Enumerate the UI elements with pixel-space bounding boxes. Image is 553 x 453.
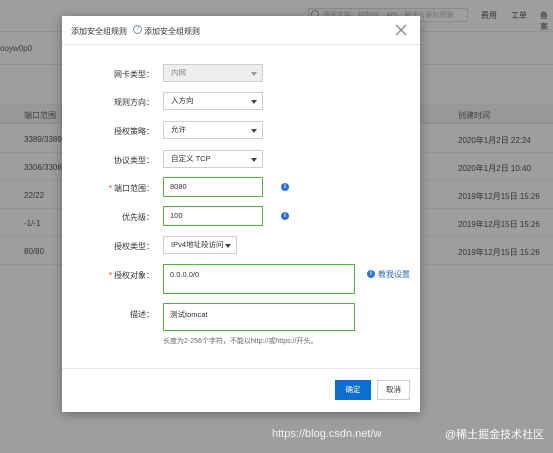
chevron-down-icon: [225, 244, 231, 248]
direction-select[interactable]: 入方向: [163, 92, 263, 110]
auth-type-value: IPv4地址段访问: [171, 240, 224, 249]
add-security-rule-dialog: 添加安全组规则 ? 添加安全组规则 网卡类型： 内网 规则方向： 入方向 授权策…: [62, 16, 420, 412]
protocol-value: 自定义 TCP: [171, 154, 211, 163]
policy-label: 授权策略：: [114, 127, 154, 136]
auth-object-textarea[interactable]: 0.0.0.0/0: [163, 264, 355, 294]
help-icon[interactable]: ?: [133, 25, 142, 34]
chevron-down-icon: [251, 158, 257, 162]
footer-divider: [62, 368, 420, 369]
help-link[interactable]: 添加安全组规则: [144, 26, 200, 37]
nic-type-value: 内网: [171, 68, 186, 77]
description-hint: 长度为2-256个字符，不能以http://或https://开头。: [163, 338, 318, 345]
auth-type-select[interactable]: IPv4地址段访问: [163, 236, 237, 254]
dialog-header: 添加安全组规则 ? 添加安全组规则: [62, 16, 420, 45]
required-mark: *: [108, 184, 112, 193]
priority-input[interactable]: 100: [163, 206, 263, 226]
close-icon[interactable]: [394, 23, 408, 37]
info-icon[interactable]: i: [281, 212, 289, 220]
confirm-button[interactable]: 确定: [335, 380, 371, 400]
required-mark: *: [108, 271, 112, 280]
dialog-title: 添加安全组规则: [71, 27, 127, 36]
chevron-down-icon: [251, 72, 257, 76]
nic-type-select: 内网: [163, 64, 263, 82]
priority-label: 优先级：: [122, 213, 154, 222]
direction-label: 规则方向：: [114, 98, 154, 107]
auth-object-label-text: 授权对象：: [114, 271, 154, 280]
auth-object-label: * 授权对象：: [62, 270, 154, 281]
port-range-label-text: 端口范围：: [114, 184, 154, 193]
chevron-down-icon: [251, 100, 257, 104]
policy-value: 允许: [171, 125, 186, 134]
info-icon[interactable]: i: [367, 270, 375, 278]
protocol-label: 协议类型：: [114, 156, 154, 165]
direction-value: 入方向: [171, 96, 194, 105]
description-textarea[interactable]: 测试tomcat: [163, 303, 355, 331]
chevron-down-icon: [251, 129, 257, 133]
watermark-brand: @稀土掘金技术社区: [445, 429, 545, 441]
watermark-url: https://blog.csdn.net/w: [272, 428, 382, 440]
port-range-input[interactable]: 8080: [163, 177, 263, 197]
protocol-select[interactable]: 自定义 TCP: [163, 150, 263, 168]
nic-type-label: 网卡类型：: [114, 70, 154, 79]
description-label: 描述：: [130, 310, 154, 319]
port-range-label: * 端口范围：: [62, 183, 154, 194]
policy-select[interactable]: 允许: [163, 121, 263, 139]
info-icon[interactable]: i: [281, 183, 289, 191]
cancel-button[interactable]: 取消: [377, 380, 410, 400]
teach-me-link[interactable]: 教我设置: [378, 269, 410, 280]
auth-type-label: 授权类型：: [114, 242, 154, 251]
